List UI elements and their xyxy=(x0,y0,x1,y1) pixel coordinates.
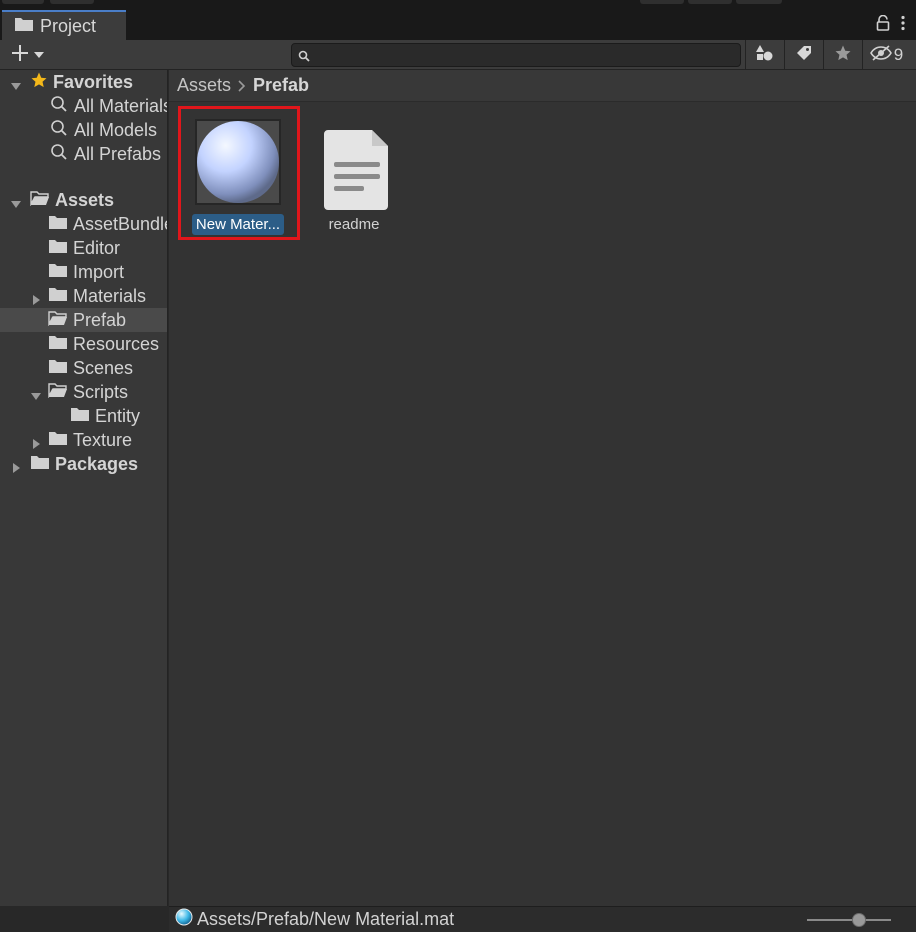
folder-tree: Favorites All Materials All Models All P… xyxy=(0,70,168,906)
open-folder-icon xyxy=(48,310,68,331)
folder-icon xyxy=(48,214,68,235)
folder-icon xyxy=(14,16,34,37)
folder-icon xyxy=(48,430,68,451)
tree-folder-prefab[interactable]: Prefab xyxy=(0,308,167,332)
status-bar: Assets/Prefab/New Material.mat xyxy=(169,906,916,932)
tree-folder-texture[interactable]: Texture xyxy=(0,428,167,452)
tab-bar: Project xyxy=(0,10,916,40)
slider-knob[interactable] xyxy=(852,913,866,927)
tree-folder-materials[interactable]: Materials xyxy=(0,284,167,308)
star-icon xyxy=(834,44,852,67)
asset-label: New Mater... xyxy=(183,214,293,236)
tree-folder-scripts[interactable]: Scripts xyxy=(0,380,167,404)
lock-icon[interactable] xyxy=(876,14,890,36)
breadcrumb-root[interactable]: Assets xyxy=(177,75,231,96)
folder-icon xyxy=(48,334,68,355)
top-strip xyxy=(0,0,916,10)
open-folder-icon xyxy=(30,190,50,211)
tab-title: Project xyxy=(40,15,97,36)
asset-item-readme[interactable]: readme xyxy=(299,110,409,240)
eye-slash-icon xyxy=(869,44,892,66)
project-window: Project 9 Favorites All Materials All Mo… xyxy=(0,0,916,932)
expanded-arrow-icon[interactable] xyxy=(10,76,22,90)
folder-icon xyxy=(48,262,68,283)
favorite-search-button[interactable] xyxy=(823,40,862,70)
create-dropdown-button[interactable] xyxy=(10,43,54,67)
chevron-right-icon xyxy=(237,79,247,93)
collapsed-arrow-icon[interactable] xyxy=(30,434,42,449)
tree-folder-import[interactable]: Import xyxy=(0,260,167,284)
filter-buttons: 9 xyxy=(745,40,910,70)
collapsed-arrow-icon[interactable] xyxy=(10,458,22,473)
search-icon xyxy=(50,95,68,118)
tree-favorite-item[interactable]: All Models xyxy=(0,118,167,142)
search-icon xyxy=(50,119,68,142)
tree-favorite-item[interactable]: All Materials xyxy=(0,94,167,118)
asset-label: readme xyxy=(328,216,380,233)
tag-icon xyxy=(795,44,813,67)
tab-project[interactable]: Project xyxy=(2,10,126,40)
tree-folder-resources[interactable]: Resources xyxy=(0,332,167,356)
material-icon xyxy=(175,908,193,931)
tree-folder-scenes[interactable]: Scenes xyxy=(0,356,167,380)
tree-assets[interactable]: Assets xyxy=(0,188,167,212)
breadcrumb: Assets Prefab xyxy=(169,70,916,102)
folder-icon xyxy=(48,358,68,379)
folder-icon xyxy=(48,238,68,259)
search-icon xyxy=(50,143,68,166)
folder-icon xyxy=(48,286,68,307)
asset-item-new-material[interactable]: New Mater... xyxy=(183,110,293,240)
tree-packages[interactable]: Packages xyxy=(0,452,167,476)
material-sphere-icon xyxy=(195,118,281,206)
text-document-icon xyxy=(316,118,392,210)
tree-folder-entity[interactable]: Entity xyxy=(0,404,167,428)
breadcrumb-current[interactable]: Prefab xyxy=(253,75,309,96)
shapes-icon xyxy=(755,44,775,67)
expanded-arrow-icon[interactable] xyxy=(30,386,42,400)
tree-favorite-item[interactable]: All Prefabs xyxy=(0,142,167,166)
search-field[interactable] xyxy=(291,43,741,67)
search-by-type-button[interactable] xyxy=(745,40,784,70)
hidden-packages-toggle[interactable]: 9 xyxy=(862,40,910,70)
search-icon xyxy=(298,49,310,67)
icon-size-slider[interactable] xyxy=(807,913,891,927)
caret-down-icon xyxy=(34,46,44,64)
folder-icon xyxy=(70,406,90,427)
tree-favorites[interactable]: Favorites xyxy=(0,70,167,94)
project-toolbar: 9 xyxy=(0,40,916,70)
tree-folder-assetbundles[interactable]: AssetBundles xyxy=(0,212,167,236)
selected-asset-path: Assets/Prefab/New Material.mat xyxy=(197,909,455,929)
search-input[interactable] xyxy=(314,44,734,66)
kebab-menu-icon[interactable] xyxy=(900,15,906,36)
slider-track xyxy=(807,919,891,921)
search-by-label-button[interactable] xyxy=(784,40,823,70)
open-folder-icon xyxy=(48,382,68,403)
plus-icon xyxy=(10,43,30,68)
collapsed-arrow-icon[interactable] xyxy=(30,290,42,305)
tree-folder-editor[interactable]: Editor xyxy=(0,236,167,260)
tab-bar-controls xyxy=(876,14,906,36)
star-icon xyxy=(30,71,48,94)
hidden-packages-count: 9 xyxy=(893,45,904,64)
asset-grid-pane: Assets Prefab New Mater... readme xyxy=(169,70,916,906)
expanded-arrow-icon[interactable] xyxy=(10,194,22,208)
folder-icon xyxy=(30,454,50,475)
